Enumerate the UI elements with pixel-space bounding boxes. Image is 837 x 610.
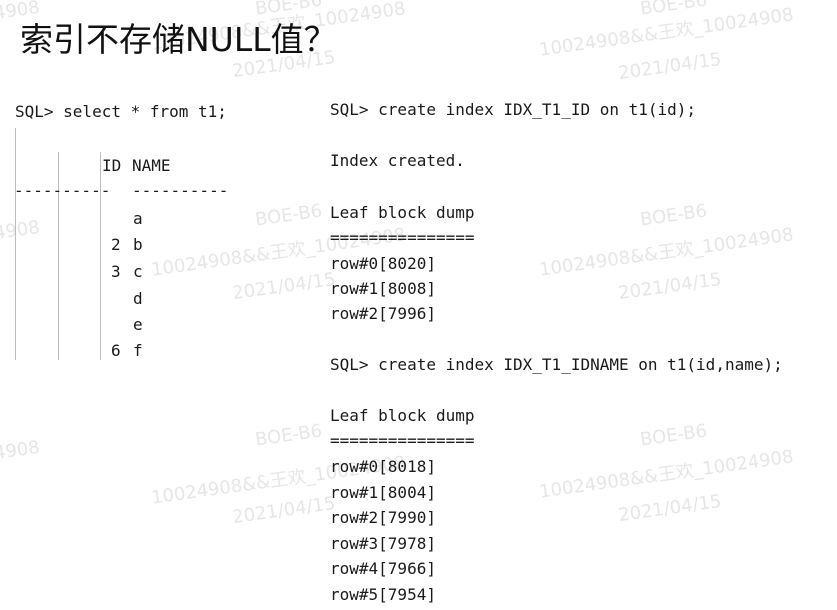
header-name: NAME	[132, 156, 171, 175]
watermark-date: 2021/04/15	[231, 268, 337, 305]
watermark-code: BOE-B6	[253, 420, 324, 451]
separator-id: ----------	[14, 181, 111, 200]
select-command: SQL> select * from t1;	[15, 102, 227, 121]
header-id: ID	[102, 156, 122, 175]
cell-id: 6	[111, 341, 121, 360]
watermark-fragment: 4908	[0, 436, 42, 465]
leaf-row: row#2[7996]	[330, 304, 436, 323]
watermark-code: BOE-B6	[638, 420, 709, 451]
index-created-message: Index created.	[330, 151, 465, 170]
watermark-fragment: 4908	[0, 216, 42, 245]
watermark-id: 10024908&&王欢_10024908	[537, 4, 795, 61]
separator-name: ----------	[132, 181, 229, 200]
watermark-id: 10024908&&王欢_10024908	[537, 446, 795, 503]
cell-name: c	[133, 262, 143, 281]
watermark-code: BOE-B6	[638, 0, 709, 20]
leaf-row: row#0[8020]	[330, 254, 436, 273]
watermark-date: 2021/04/15	[231, 492, 337, 529]
leaf-row: row#5[7954]	[330, 585, 436, 604]
leaf-dump-rule: ===============	[330, 228, 475, 247]
page-title: 索引不存储NULL值？	[20, 20, 337, 59]
cell-name: b	[133, 235, 143, 254]
leaf-dump-rule: ===============	[330, 431, 475, 450]
cell-name: a	[133, 209, 143, 228]
cell-id: 3	[111, 262, 121, 281]
leaf-row: row#1[8008]	[330, 279, 436, 298]
cell-id: 2	[111, 235, 121, 254]
leaf-row: row#2[7990]	[330, 508, 436, 527]
create-composite-index-command: SQL> create index IDX_T1_IDNAME on t1(id…	[330, 355, 783, 374]
cell-name: f	[133, 341, 143, 360]
watermark-code: BOE-B6	[253, 0, 324, 20]
watermark-code: BOE-B6	[638, 200, 709, 231]
leaf-row: row#0[8018]	[330, 457, 436, 476]
watermark-code: BOE-B6	[253, 200, 324, 231]
watermark-date: 2021/04/15	[617, 48, 723, 85]
leaf-row: row#1[8004]	[330, 483, 436, 502]
watermark-date: 2021/04/15	[617, 490, 723, 527]
column-divider	[15, 128, 16, 360]
create-index-command: SQL> create index IDX_T1_ID on t1(id);	[330, 100, 697, 119]
cell-name: d	[133, 289, 143, 308]
watermark-id: 10024908&&王欢_10024908	[537, 224, 795, 281]
leaf-row: row#4[7966]	[330, 559, 436, 578]
watermark-date: 2021/04/15	[617, 268, 723, 305]
leaf-dump-title: Leaf block dump	[330, 203, 475, 222]
leaf-row: row#3[7978]	[330, 534, 436, 553]
leaf-dump-title: Leaf block dump	[330, 406, 475, 425]
cell-name: e	[133, 315, 143, 334]
